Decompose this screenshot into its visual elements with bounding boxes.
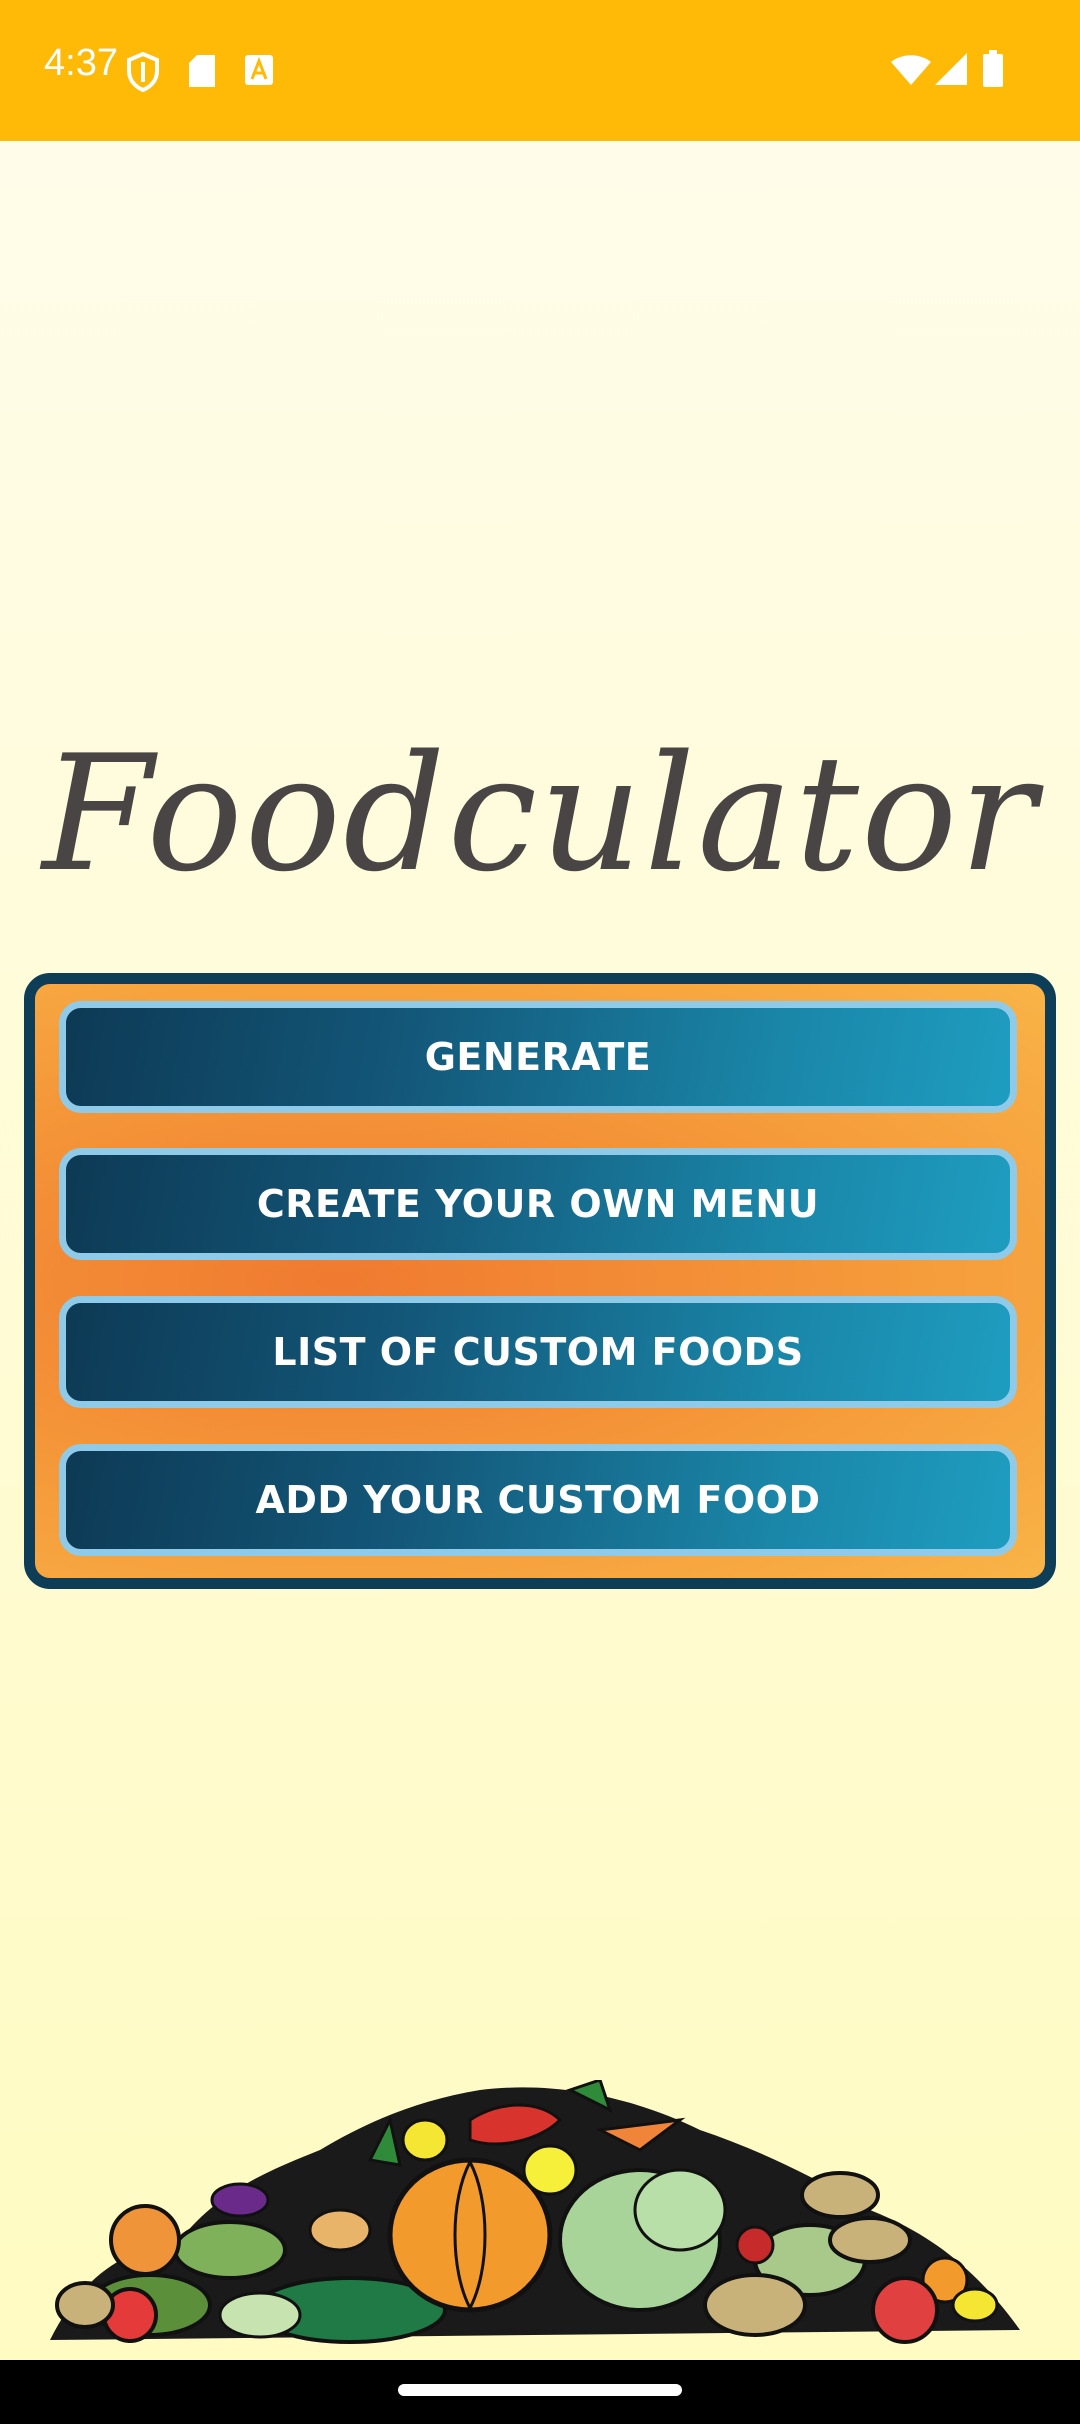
create-your-own-menu-button[interactable]: CREATE YOUR OWN MENU [59,1148,1017,1260]
app-title: Foodculator [42,720,1038,907]
cellular-signal-icon [934,52,968,91]
battery-icon [982,50,1004,93]
menu-panel: GENERATE CREATE YOUR OWN MENU LIST OF CU… [24,973,1056,1589]
status-bar: 4:37 [0,0,1080,141]
navigation-bar [0,2360,1080,2424]
list-of-custom-foods-button[interactable]: LIST OF CUSTOM FOODS [59,1296,1017,1408]
shield-icon [126,51,160,97]
font-download-icon [244,54,274,91]
home-gesture-handle[interactable] [398,2384,682,2396]
generate-button[interactable]: GENERATE [59,1001,1017,1113]
wifi-icon [890,54,932,91]
vegetable-pile-illustration [40,2078,1040,2350]
status-time: 4:37 [44,42,118,84]
add-your-custom-food-button[interactable]: ADD YOUR CUSTOM FOOD [59,1444,1017,1556]
sd-card-icon [188,54,216,93]
